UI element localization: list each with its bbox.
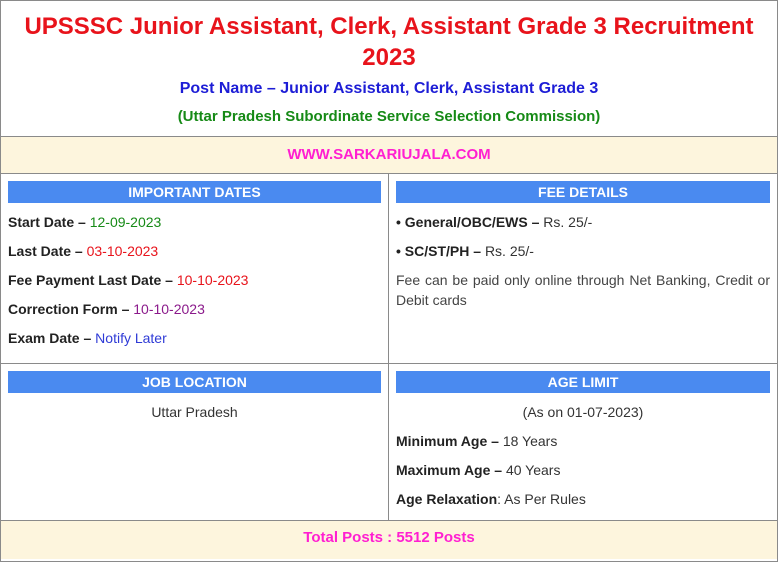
post-name: Post Name – Junior Assistant, Clerk, Ass…: [179, 80, 599, 97]
location-age-row: JOB LOCATION Uttar Pradesh AGE LIMIT (As…: [1, 364, 777, 521]
age-limit-heading: AGE LIMIT: [396, 371, 770, 393]
age-limit-cell: AGE LIMIT (As on 01-07-2023) Minimum Age…: [389, 364, 777, 520]
correction-form-date: Correction Form – 10-10-2023: [8, 301, 205, 317]
job-location-cell: JOB LOCATION Uttar Pradesh: [1, 364, 389, 520]
fee-details-heading: FEE DETAILS: [396, 181, 770, 203]
fee-details-cell: FEE DETAILS • General/OBC/EWS – Rs. 25/-…: [389, 174, 777, 363]
exam-date: Exam Date – Notify Later: [8, 330, 167, 346]
fee-payment-last-date: Fee Payment Last Date – 10-10-2023: [8, 272, 249, 288]
fee-note: Fee can be paid only online through Net …: [396, 272, 770, 308]
minimum-age: Minimum Age – 18 Years: [396, 433, 558, 449]
dates-fee-row: IMPORTANT DATES Start Date – 12-09-2023 …: [1, 174, 777, 364]
fee-sc-st: • SC/ST/PH – Rs. 25/-: [396, 243, 534, 259]
fee-general: • General/OBC/EWS – Rs. 25/-: [396, 214, 593, 230]
start-date: Start Date – 12-09-2023: [8, 214, 162, 230]
job-location-value: Uttar Pradesh: [151, 404, 238, 420]
recruitment-table: UPSSSC Junior Assistant, Clerk, Assistan…: [0, 0, 778, 562]
maximum-age: Maximum Age – 40 Years: [396, 462, 561, 478]
commission-name: (Uttar Pradesh Subordinate Service Selec…: [177, 108, 601, 125]
age-relaxation: Age Relaxation: As Per Rules: [396, 491, 586, 507]
last-date: Last Date – 03-10-2023: [8, 243, 159, 259]
header-section: UPSSSC Junior Assistant, Clerk, Assistan…: [1, 1, 777, 137]
important-dates-cell: IMPORTANT DATES Start Date – 12-09-2023 …: [1, 174, 389, 363]
website-banner[interactable]: WWW.SARKARIUJALA.COM: [1, 137, 777, 174]
job-location-heading: JOB LOCATION: [8, 371, 381, 393]
total-posts: Total Posts : 5512 Posts: [1, 521, 777, 559]
important-dates-heading: IMPORTANT DATES: [8, 181, 381, 203]
page-title: UPSSSC Junior Assistant, Clerk, Assistan…: [24, 13, 754, 71]
age-as-on: (As on 01-07-2023): [522, 404, 644, 420]
